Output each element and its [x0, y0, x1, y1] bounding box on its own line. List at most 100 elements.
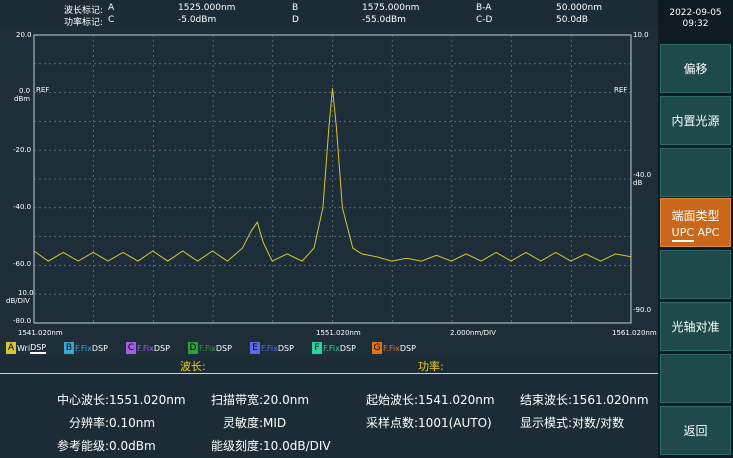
- end-face-value-text: UPC APC: [671, 225, 720, 239]
- y-tick-m40: -40.0: [13, 203, 32, 211]
- y-right-top: 10.0: [633, 31, 649, 39]
- x-span-per-div: 2.000nm/DIV: [450, 329, 496, 337]
- marker-readout: 波长: 功率:: [0, 356, 658, 374]
- end-face-type-button[interactable]: 端面类型 UPC APC: [660, 198, 731, 247]
- trace-tab-a[interactable]: A Wri DSP: [6, 341, 47, 355]
- trace-mode: F.Fix: [261, 343, 278, 353]
- plot-frame: [33, 34, 632, 324]
- trace-mode: F.Fix: [383, 343, 400, 353]
- axis-alignment-label: 光轴对准: [671, 320, 720, 334]
- y-tick-0: 0.0: [19, 87, 31, 95]
- y-tick-m80: -80.0: [13, 317, 32, 325]
- trace-mode: F.Fix: [137, 343, 154, 353]
- trace-dsp: DSP: [153, 343, 170, 353]
- reference-level[interactable]: 参考能级:0.0dBm: [57, 437, 156, 454]
- power-readout-label: 功率:: [418, 360, 444, 373]
- axis-alignment-button[interactable]: 光轴对准: [660, 302, 731, 351]
- marker-ba-name: B-A: [476, 3, 492, 13]
- blank-softkey-3[interactable]: [660, 354, 731, 403]
- trace-dsp: DSP: [277, 343, 294, 353]
- power-marker-label: 功率标记:: [64, 18, 104, 28]
- trace-dsp: DSP: [399, 343, 416, 353]
- trace-mode: Wri: [17, 343, 31, 353]
- trace-letter: B: [64, 342, 74, 354]
- trace-tab-d[interactable]: D F.Fix DSP: [188, 341, 232, 355]
- y-tick-20: 20.0: [16, 31, 32, 39]
- end-face-value: UPC APC: [671, 225, 720, 242]
- ref-left: REF: [36, 86, 50, 94]
- trace-tab-f[interactable]: F F.Fix DSP: [312, 341, 356, 355]
- date: 2022-09-05: [669, 8, 722, 18]
- marker-d-name: D: [292, 15, 299, 25]
- start-wavelength[interactable]: 起始波长:1541.020nm: [366, 391, 495, 408]
- ref-right: REF: [614, 86, 628, 94]
- y-right-mid-unit: dB: [633, 179, 643, 187]
- trace-mode: F.Fix: [323, 343, 340, 353]
- blank-softkey-2[interactable]: [660, 250, 731, 299]
- marker-cd-name: C-D: [476, 15, 493, 25]
- softkey-panel: 2022-09-05 09:32 偏移 内置光源 端面类型 UPC APC 光轴…: [658, 0, 733, 458]
- trace-letter: E: [250, 342, 260, 354]
- internal-source-button[interactable]: 内置光源: [660, 96, 731, 145]
- marker-b-name: B: [292, 3, 299, 13]
- back-label: 返回: [683, 424, 708, 438]
- trace-letter: C: [126, 342, 136, 354]
- trace-mode: F.Fix: [75, 343, 92, 353]
- trace-dsp: DSP: [215, 343, 232, 353]
- trace-tab-e[interactable]: E F.Fix DSP: [250, 341, 294, 355]
- scale-value: 10.0: [18, 289, 34, 297]
- marker-a-name: A: [108, 3, 115, 13]
- center-wavelength[interactable]: 中心波长:1551.020nm: [57, 391, 186, 408]
- blank-softkey-1[interactable]: [660, 148, 731, 197]
- trace-letter: A: [6, 342, 16, 354]
- marker-ba-value: 50.000nm: [556, 3, 602, 13]
- trace-dsp: DSP: [91, 343, 108, 353]
- trace-letter: G: [372, 342, 382, 354]
- marker-c-name: C: [108, 15, 115, 25]
- trace-tab-b[interactable]: B F.Fix DSP: [64, 341, 108, 355]
- grid-lines: [34, 35, 631, 323]
- resolution[interactable]: 分辨率:0.10nm: [69, 414, 155, 431]
- marker-d-value: -55.0dBm: [362, 15, 406, 25]
- trace-mode: F.Fix: [199, 343, 216, 353]
- sampling-points[interactable]: 采样点数:1001(AUTO): [366, 414, 492, 431]
- trace-dsp: DSP: [30, 342, 47, 354]
- trace-tab-c[interactable]: C F.Fix DSP: [126, 341, 170, 355]
- y-tick-m60: -60.0: [13, 260, 32, 268]
- marker-b-value: 1575.000nm: [362, 3, 420, 13]
- trace-letter: D: [188, 342, 198, 354]
- offset-label: 偏移: [683, 62, 708, 76]
- x-start: 1541.020nm: [18, 329, 63, 337]
- stop-wavelength[interactable]: 结束波长:1561.020nm: [520, 391, 649, 408]
- level-scale[interactable]: 能级刻度:10.0dB/DIV: [211, 437, 331, 454]
- back-button[interactable]: 返回: [660, 406, 731, 455]
- marker-cd-value: 50.0dB: [556, 15, 588, 25]
- y-unit-left: dBm: [14, 95, 31, 103]
- y-right-bottom: -90.0: [633, 306, 652, 314]
- offset-button[interactable]: 偏移: [660, 44, 731, 93]
- trace-letter: F: [312, 342, 322, 354]
- datetime: 2022-09-05 09:32: [658, 8, 733, 30]
- trace-bar: A Wri DSP B F.Fix DSP C F.Fix DSP D F.Fi…: [0, 340, 658, 356]
- end-face-type-label: 端面类型: [671, 208, 720, 223]
- scan-span[interactable]: 扫描带宽:20.0nm: [211, 391, 309, 408]
- spectrum-plot[interactable]: 20.0 0.0 dBm REF -20.0 -40.0 -60.0 10.0 …: [0, 28, 658, 340]
- internal-source-label: 内置光源: [671, 114, 720, 128]
- time: 09:32: [682, 19, 709, 29]
- spectrum-chart: [33, 34, 632, 324]
- x-center: 1551.020nm: [316, 329, 361, 337]
- scale-unit: dB/DIV: [6, 297, 30, 305]
- y-right-mid: -40.0: [633, 171, 652, 179]
- parameter-panel: 中心波长:1551.020nm 扫描带宽:20.0nm 起始波长:1541.02…: [0, 375, 658, 458]
- selected-underline: [671, 239, 694, 242]
- marker-header: 波长标记: 功率标记: A 1525.000nm B 1575.000nm B-…: [0, 0, 658, 28]
- marker-a-value: 1525.000nm: [178, 3, 236, 13]
- wavelength-readout-label: 波长:: [180, 360, 206, 373]
- sensitivity[interactable]: 灵敏度:MID: [223, 414, 286, 431]
- display-mode[interactable]: 显示模式:对数/对数: [520, 414, 624, 431]
- x-end: 1561.020nm: [612, 329, 657, 337]
- trace-dsp: DSP: [339, 343, 356, 353]
- y-tick-m20: -20.0: [13, 146, 32, 154]
- marker-c-value: -5.0dBm: [178, 15, 217, 25]
- trace-tab-g[interactable]: G F.Fix DSP: [372, 341, 416, 355]
